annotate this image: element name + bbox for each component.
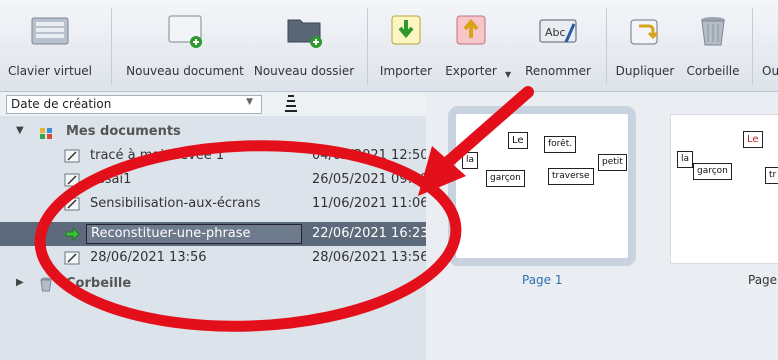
export-label: Exporter [445,64,497,78]
word-tag: Le [508,132,528,149]
keyboard-icon [31,17,69,45]
pencil-doc-icon [64,251,80,265]
tree-group-my-documents[interactable]: ▼ Mes documents [0,120,426,144]
virtual-keyboard-label: Clavier virtuel [7,64,93,78]
list-item[interactable]: Sensibilisation-aux-écrans 11/06/2021 11… [0,192,429,216]
document-date: 28/06/2021 13:56 [312,250,429,265]
list-item[interactable]: 28/06/2021 13:56 28/06/2021 13:56 [0,246,429,270]
expand-icon[interactable]: ▼ [16,125,24,136]
pencil-doc-icon [64,149,80,163]
sort-bar: Date de création ▼ [0,92,426,116]
document-date: 11/06/2021 11:06 [312,196,429,211]
duplicate-button[interactable]: Dupliquer [612,0,678,92]
chevron-down-icon: ▼ [246,97,253,107]
more-button[interactable]: Ou [756,0,778,92]
documents-folder-icon [40,128,52,139]
page-label: Page 1 [522,273,563,287]
document-date: 04/02/2021 12:50 [312,148,429,163]
svg-text:Abc: Abc [545,26,566,39]
pencil-doc-icon [64,173,80,187]
word-tag: forêt. [544,136,577,153]
rename-icon: Abc [539,19,577,43]
word-tag: garçon [693,163,732,180]
expand-icon[interactable]: ▶ [16,277,24,288]
new-folder-label: Nouveau dossier [253,64,355,78]
list-item[interactable]: essai1 26/05/2021 09:39 [0,168,429,192]
toolbar-separator [111,8,112,84]
trash-icon [40,277,52,292]
document-name: essai1 [90,172,132,187]
page-thumbnail-1[interactable]: Le forêt. la petit garçon traverse [448,106,636,266]
green-arrow-icon [65,226,80,242]
export-dropdown-arrow[interactable]: ▼ [505,70,511,79]
word-tag: la [677,151,694,168]
document-date: 22/06/2021 16:23 [312,226,429,241]
export-icon [456,15,486,45]
toolbar-separator [367,8,368,84]
trash-label: Corbeille [686,64,740,78]
new-folder-button[interactable]: Nouveau dossier [252,0,356,92]
word-tag: garçon [486,170,525,187]
pencil-doc-icon [64,197,80,211]
document-list-pane: Date de création ▼ ▼ Mes documents tracé… [0,92,429,360]
new-document-label: Nouveau document [126,64,244,78]
document-name[interactable]: Reconstituer-une-phrase [86,224,302,244]
sort-order-icon[interactable] [284,94,298,114]
page-thumbnail-2[interactable]: Le la garçon tr [670,114,778,264]
tree-group-trash[interactable]: ▶ Corbeille [0,272,426,296]
sort-selected-value: Date de création [11,97,112,111]
list-item-selected[interactable]: Reconstituer-une-phrase 22/06/2021 16:23 [0,222,429,246]
new-folder-icon [287,19,322,48]
rename-button[interactable]: Abc Renommer [520,0,596,92]
document-date: 26/05/2021 09:39 [312,172,429,187]
trash-icon [701,17,725,46]
more-label: Ou [762,64,778,78]
toolbar-separator [752,8,753,84]
word-tag: traverse [548,168,594,185]
tree-group-label: Corbeille [66,276,132,291]
toolbar: Clavier virtuel Nouveau document Nouveau… [0,0,778,92]
page-label: Page [748,273,778,287]
document-name: Sensibilisation-aux-écrans [90,196,261,211]
tree-group-label: Mes documents [66,124,181,139]
sort-select[interactable]: Date de création ▼ [6,95,262,114]
word-tag: la [462,152,479,169]
page-preview-pane: Le forêt. la petit garçon traverse Page … [426,92,778,360]
duplicate-icon [630,19,659,45]
document-name: tracé à main levée 1 [90,148,225,163]
toolbar-separator [606,8,607,84]
import-button[interactable]: Importer [376,0,436,92]
import-icon [391,15,421,45]
word-tag: Le [743,131,763,148]
virtual-keyboard-button[interactable]: Clavier virtuel [0,0,100,92]
new-document-button[interactable]: Nouveau document [120,0,250,92]
trash-button[interactable]: Corbeille [680,0,746,92]
list-item[interactable]: tracé à main levée 1 04/02/2021 12:50 [0,144,429,168]
new-document-icon [168,15,202,48]
word-tag: petit [598,154,627,171]
document-name: 28/06/2021 13:56 [90,250,207,265]
import-label: Importer [379,64,433,78]
duplicate-label: Dupliquer [615,64,675,78]
rename-label: Renommer [525,64,591,78]
word-tag: tr [765,167,778,184]
export-button[interactable]: Exporter [440,0,502,92]
